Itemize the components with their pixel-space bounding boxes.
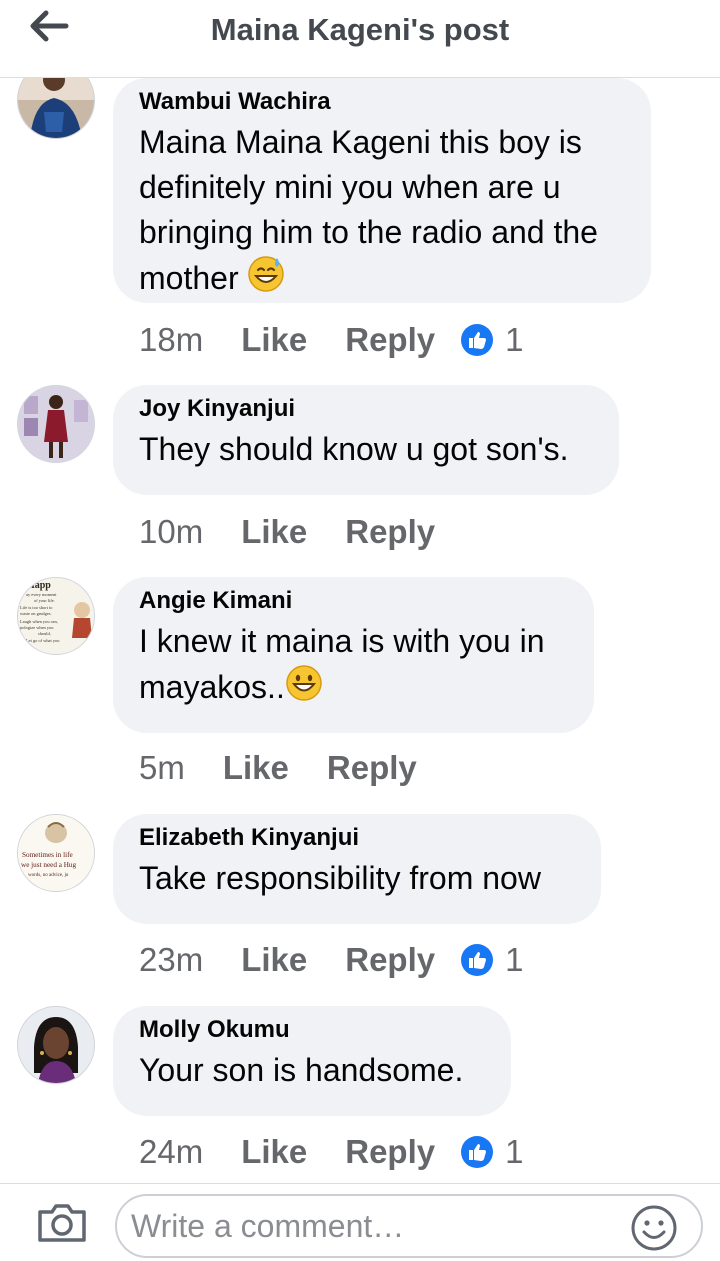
thumbs-up-icon: [461, 944, 494, 976]
like-button[interactable]: Like: [241, 1133, 307, 1171]
comment-author[interactable]: Elizabeth Kinyanjui: [139, 824, 573, 852]
camera-icon[interactable]: [36, 1202, 88, 1244]
reaction-count: 1: [505, 941, 524, 978]
avatar-quote-line: Let go of what you: [26, 638, 60, 643]
comment-time[interactable]: 18m: [139, 321, 203, 359]
reaction-summary[interactable]: 1: [461, 321, 523, 359]
avatar-quote-line: ay every moment: [26, 592, 57, 597]
comment-bubble[interactable]: Joy Kinyanjui They should know u got son…: [113, 385, 619, 495]
comment-text: Your son is handsome.: [139, 1052, 464, 1088]
avatar[interactable]: Sometimes in life we just need a Hug wor…: [17, 814, 95, 892]
comment-time[interactable]: 24m: [139, 1133, 203, 1171]
comment-actions: 23m Like Reply 1: [139, 940, 523, 980]
comment-text: I knew it maina is with you in mayakos..: [139, 619, 566, 714]
reaction-summary[interactable]: 1: [461, 941, 523, 979]
comment-input[interactable]: [115, 1194, 703, 1258]
comment-bubble[interactable]: Wambui Wachira Maina Maina Kageni this b…: [113, 78, 651, 303]
avatar-quote-line: we just need a Hug: [21, 861, 76, 869]
like-button[interactable]: Like: [241, 513, 307, 551]
comment-text: Take responsibility from now: [139, 860, 541, 896]
avatar-quote-line: Sometimes in life: [22, 851, 73, 859]
avatar[interactable]: e Happ ay every moment of your life. Lif…: [17, 577, 95, 655]
comment-bubble[interactable]: Angie Kimani I knew it maina is with you…: [113, 577, 594, 733]
smiley-icon[interactable]: [629, 1203, 679, 1253]
reply-button[interactable]: Reply: [327, 749, 417, 787]
comment-author[interactable]: Wambui Wachira: [139, 88, 623, 116]
page-title: Maina Kageni's post: [210, 12, 510, 47]
reply-button[interactable]: Reply: [345, 941, 435, 979]
avatar-quote-line: of your life.: [34, 598, 55, 603]
avatar[interactable]: [17, 78, 95, 139]
like-button[interactable]: Like: [223, 749, 289, 787]
comment-text: Maina Maina Kageni this boy is definitel…: [139, 120, 623, 305]
avatar[interactable]: [17, 1006, 95, 1084]
grinning-emoji: [285, 664, 323, 714]
reply-button[interactable]: Reply: [345, 1133, 435, 1171]
comment-time[interactable]: 10m: [139, 513, 203, 551]
reaction-summary[interactable]: 1: [461, 1133, 523, 1171]
comment-composer: [0, 1183, 720, 1261]
comment-actions: 5m Like Reply: [139, 748, 455, 788]
comment-bubble[interactable]: Elizabeth Kinyanjui Take responsibility …: [113, 814, 601, 924]
comment-time[interactable]: 23m: [139, 941, 203, 979]
reaction-count: 1: [505, 321, 524, 358]
comment-list: Wambui Wachira Maina Maina Kageni this b…: [0, 78, 720, 1183]
comment-time[interactable]: 5m: [139, 749, 185, 787]
avatar-quote-line: Life is too short to: [20, 605, 53, 610]
like-button[interactable]: Like: [241, 941, 307, 979]
thumbs-up-icon: [461, 324, 494, 356]
thumbs-up-icon: [461, 1136, 494, 1168]
comment-actions: 18m Like Reply 1: [139, 320, 523, 360]
reply-button[interactable]: Reply: [345, 513, 435, 551]
avatar-quote-line: pologize when you: [20, 625, 54, 630]
comment-text: They should know u got son's.: [139, 431, 569, 467]
app-header: Maina Kageni's post: [0, 0, 720, 78]
comment-author[interactable]: Molly Okumu: [139, 1016, 483, 1044]
grinning-sweat-emoji: [247, 255, 285, 305]
comment-actions: 10m Like Reply: [139, 512, 473, 552]
avatar[interactable]: [17, 385, 95, 463]
avatar-quote-line: waste on grudges.: [20, 611, 52, 616]
avatar-quote-line: e Happ: [20, 580, 51, 591]
like-button[interactable]: Like: [241, 321, 307, 359]
comment-author[interactable]: Joy Kinyanjui: [139, 395, 591, 423]
comment-author[interactable]: Angie Kimani: [139, 587, 566, 615]
comment-bubble[interactable]: Molly Okumu Your son is handsome.: [113, 1006, 511, 1116]
avatar-quote-line: words, no advice, ju: [28, 873, 69, 878]
reply-button[interactable]: Reply: [345, 321, 435, 359]
reaction-count: 1: [505, 1133, 524, 1170]
comment-actions: 24m Like Reply 1: [139, 1132, 523, 1172]
